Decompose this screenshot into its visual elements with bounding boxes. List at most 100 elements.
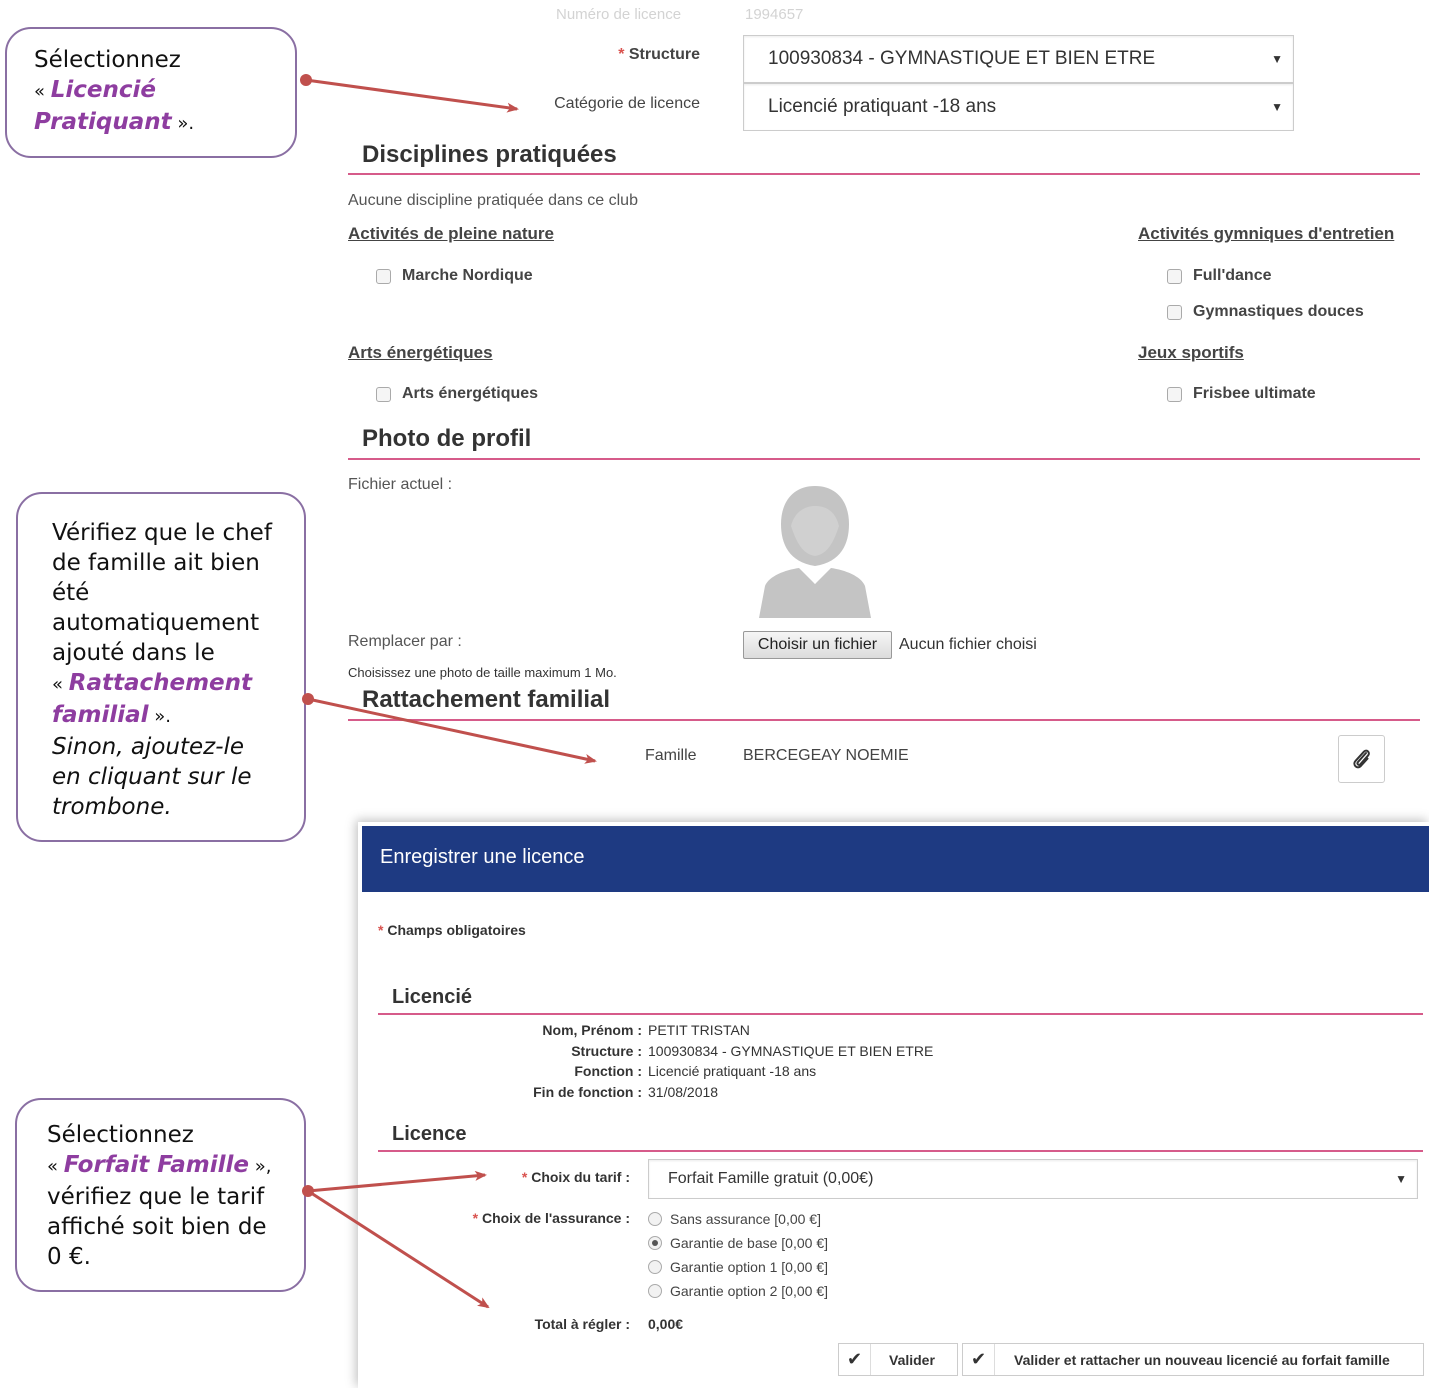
callout-italic-note: Sinon, ajoutez-le en cliquant sur le tro… bbox=[52, 734, 252, 820]
checkbox-box[interactable] bbox=[1167, 304, 1182, 320]
quote-open: « bbox=[47, 1156, 64, 1177]
chevron-down-icon: ▼ bbox=[1271, 100, 1283, 114]
fin-fonction-value: 31/08/2018 bbox=[648, 1084, 719, 1100]
structure-row-label: Structure : bbox=[571, 1043, 642, 1059]
licencie-title: Licencié bbox=[392, 986, 473, 1008]
category-label: Catégorie de licence bbox=[554, 95, 700, 112]
quote-open: « bbox=[52, 674, 69, 695]
checkbox-box[interactable] bbox=[376, 386, 391, 402]
disciplines-title: Disciplines pratiquées bbox=[362, 141, 617, 168]
radio-garantie-option-2[interactable]: Garantie option 2 [0,00 €] bbox=[648, 1283, 828, 1299]
radio-garantie-option-1[interactable]: Garantie option 1 [0,00 €] bbox=[648, 1259, 828, 1275]
checkbox-label: Arts énergétiques bbox=[402, 385, 539, 402]
tarif-label: * Choix du tarif : bbox=[460, 1169, 630, 1185]
attach-family-button[interactable] bbox=[1338, 735, 1385, 783]
current-file-label: Fichier actuel : bbox=[348, 476, 453, 493]
tarif-select-value: Forfait Famille gratuit (0,00€) bbox=[668, 1170, 874, 1187]
assurance-label-text: Choix de l'assurance : bbox=[481, 1210, 630, 1226]
callout-licencie-pratiquant: Sélectionnez « Licencié Pratiquant ». bbox=[5, 27, 297, 158]
fin-fonction-label: Fin de fonction : bbox=[533, 1084, 642, 1100]
radio-dot[interactable] bbox=[648, 1236, 662, 1250]
category-select-value: Licencié pratiquant -18 ans bbox=[768, 96, 997, 117]
callout-text-rest: vérifiez que le tarif affiché soit bien … bbox=[47, 1184, 267, 1270]
structure-label: * Structure bbox=[560, 46, 700, 64]
disciplines-note: Aucune discipline pratiquée dans ce club bbox=[348, 192, 638, 209]
required-asterisk: * bbox=[378, 922, 384, 938]
radio-dot[interactable] bbox=[648, 1212, 662, 1226]
structure-row-value: 100930834 - GYMNASTIQUE ET BIEN ETRE bbox=[648, 1043, 934, 1059]
family-value: BERCEGEAY NOEMIE bbox=[743, 747, 909, 764]
checkbox-gym-douces[interactable]: Gymnastiques douces bbox=[1167, 303, 1364, 321]
required-asterisk: * bbox=[472, 1210, 479, 1226]
checkbox-box[interactable] bbox=[1167, 386, 1182, 402]
checkbox-box[interactable] bbox=[376, 268, 391, 284]
radio-sans-assurance[interactable]: Sans assurance [0,00 €] bbox=[648, 1211, 821, 1227]
quote-close: », bbox=[249, 1156, 272, 1177]
licence-number-value: 1994657 bbox=[745, 6, 804, 23]
checkbox-label: Frisbee ultimate bbox=[1193, 385, 1316, 402]
required-note-text: Champs obligatoires bbox=[387, 922, 526, 938]
callout-forfait-famille: Sélectionnez « Forfait Famille », vérifi… bbox=[15, 1098, 306, 1292]
checkbox-marche-nordique[interactable]: Marche Nordique bbox=[376, 267, 533, 285]
validate-attach-label: Valider et rattacher un nouveau licencié… bbox=[1014, 1351, 1390, 1368]
required-note: * Champs obligatoires bbox=[378, 922, 526, 938]
callout-highlight-line: « Forfait Famille », bbox=[47, 1150, 294, 1182]
choose-file-button[interactable]: Choisir un fichier bbox=[743, 631, 892, 659]
tarif-label-text: Choix du tarif : bbox=[531, 1169, 630, 1185]
validate-button[interactable]: ✔ Valider bbox=[838, 1343, 958, 1376]
radio-dot[interactable] bbox=[648, 1260, 662, 1274]
family-title: Rattachement familial bbox=[362, 686, 611, 713]
avatar-placeholder-icon bbox=[759, 486, 871, 618]
licence-title: Licence bbox=[392, 1123, 467, 1145]
radio-label: Garantie option 1 [0,00 €] bbox=[670, 1259, 828, 1275]
checkbox-arts-energetiques[interactable]: Arts énergétiques bbox=[376, 385, 538, 403]
callout-highlight: Forfait Famille bbox=[63, 1152, 250, 1178]
photo-title: Photo de profil bbox=[362, 425, 532, 452]
modal-header: Enregistrer une licence bbox=[362, 826, 1429, 892]
radio-garantie-base[interactable]: Garantie de base [0,00 €] bbox=[648, 1235, 828, 1251]
required-asterisk: * bbox=[521, 1169, 528, 1185]
nom-prenom-label: Nom, Prénom : bbox=[542, 1022, 642, 1038]
fonction-label: Fonction : bbox=[574, 1063, 642, 1079]
category-select[interactable]: Licencié pratiquant -18 ans ▼ bbox=[743, 83, 1294, 131]
validate-button-label: Valider bbox=[889, 1351, 935, 1368]
callout-text: Sélectionnez bbox=[34, 47, 181, 73]
checkbox-frisbee[interactable]: Frisbee ultimate bbox=[1167, 385, 1316, 403]
checkbox-label: Full'dance bbox=[1193, 267, 1272, 284]
required-asterisk: * bbox=[618, 46, 625, 63]
structure-select[interactable]: 100930834 - GYMNASTIQUE ET BIEN ETRE ▼ bbox=[743, 35, 1294, 83]
tarif-select[interactable]: Forfait Famille gratuit (0,00€) ▼ bbox=[648, 1159, 1418, 1199]
quote-open: « bbox=[34, 81, 51, 102]
section-divider bbox=[348, 719, 1420, 721]
licence-modal bbox=[358, 822, 1429, 1388]
validate-attach-button[interactable]: ✔ Valider et rattacher un nouveau licenc… bbox=[962, 1343, 1424, 1376]
total-value: 0,00€ bbox=[648, 1316, 684, 1332]
arrow-licencie bbox=[300, 74, 519, 113]
group-gymniques: Activités gymniques d'entretien bbox=[1138, 224, 1420, 244]
total-label: Total à régler : bbox=[534, 1316, 630, 1332]
radio-label: Garantie de base [0,00 €] bbox=[670, 1235, 828, 1251]
assurance-label: * Choix de l'assurance : bbox=[440, 1210, 630, 1226]
chevron-down-icon: ▼ bbox=[1395, 1172, 1407, 1186]
callout-text: Sélectionnez bbox=[47, 1122, 194, 1148]
chevron-down-icon: ▼ bbox=[1271, 52, 1283, 66]
section-divider bbox=[348, 173, 1420, 175]
modal-title: Enregistrer une licence bbox=[380, 846, 585, 868]
fonction-value: Licencié pratiquant -18 ans bbox=[648, 1063, 817, 1079]
checkbox-box[interactable] bbox=[1167, 268, 1182, 284]
paperclip-icon bbox=[1352, 749, 1370, 769]
section-divider bbox=[378, 1013, 1423, 1015]
checkbox-label: Gymnastiques douces bbox=[1193, 303, 1364, 320]
structure-label-text: Structure bbox=[628, 46, 700, 63]
quote-close: ». bbox=[171, 113, 195, 134]
check-icon: ✔ bbox=[839, 1344, 871, 1375]
radio-dot[interactable] bbox=[648, 1284, 662, 1298]
callout-highlight-line: « Licencié Pratiquant ». bbox=[34, 75, 254, 139]
group-pleine-nature: Activités de pleine nature bbox=[348, 224, 554, 243]
callout-rattachement: Vérifiez que le chef de famille ait bien… bbox=[16, 492, 306, 842]
callout-highlight-line: « Rattachement familial ». bbox=[52, 668, 267, 732]
callout-text: Vérifiez que le chef de famille ait bien… bbox=[52, 520, 272, 666]
replace-label: Remplacer par : bbox=[348, 633, 462, 650]
structure-select-value: 100930834 - GYMNASTIQUE ET BIEN ETRE bbox=[768, 48, 1156, 69]
checkbox-fulldance[interactable]: Full'dance bbox=[1167, 267, 1271, 285]
